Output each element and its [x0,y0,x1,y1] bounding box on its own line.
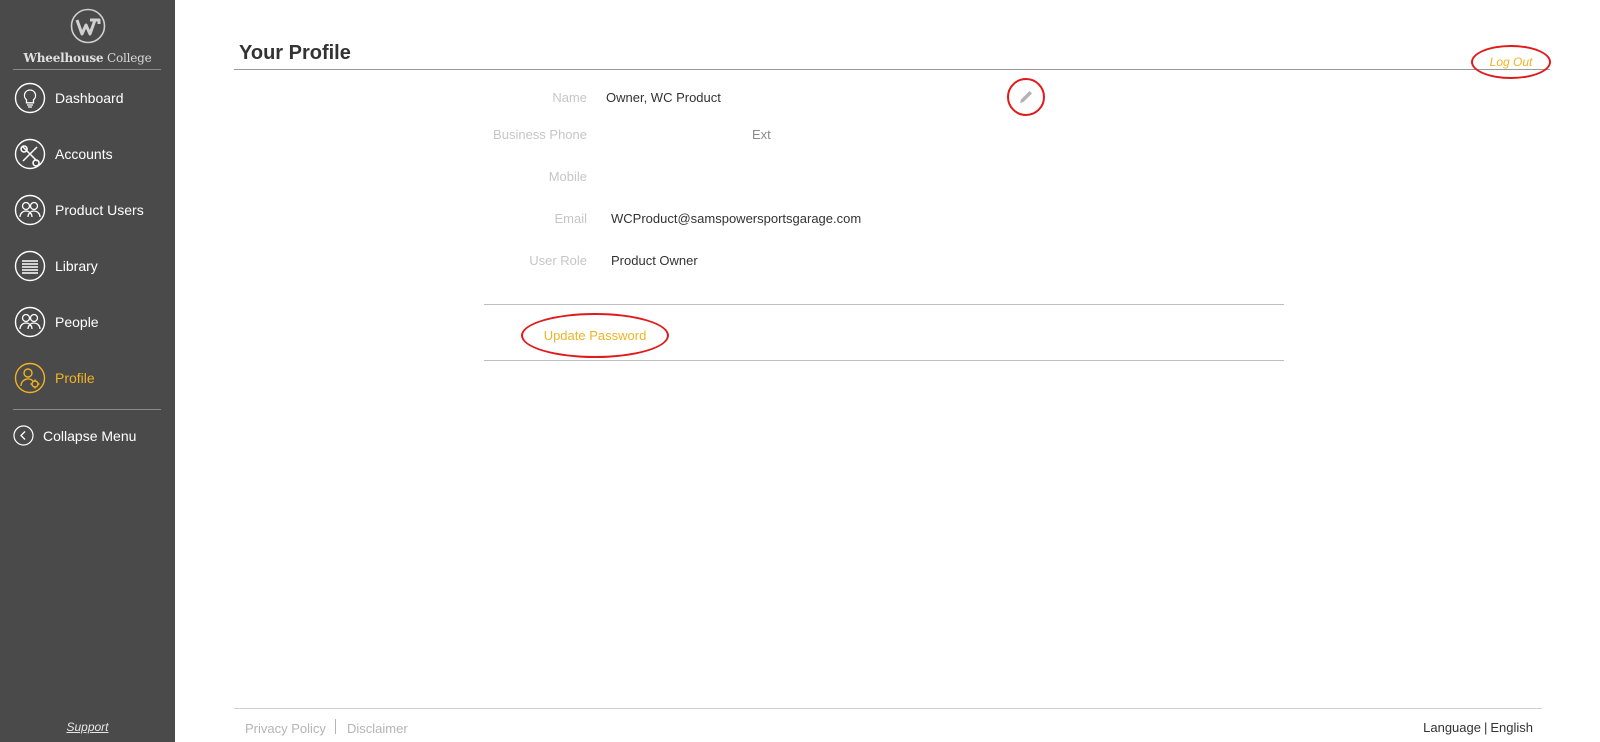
collapse-menu-label: Collapse Menu [43,427,137,444]
sidebar-item-label: Profile [55,370,95,386]
page-title: Your Profile [239,42,351,64]
privacy-policy-link[interactable]: Privacy Policy [245,721,326,736]
section-divider [484,304,1284,305]
name-label: Name [552,90,587,105]
ext-label: Ext [752,127,771,142]
library-icon [14,250,46,282]
section-divider [484,360,1284,361]
sidebar-item-people[interactable]: People [14,304,164,340]
sidebar: Wheelhouse College Dashboard Accounts Pr… [0,0,175,742]
tools-icon [14,138,46,170]
sidebar-item-profile[interactable]: Profile [14,360,164,396]
update-password-link[interactable]: Update Password [521,313,669,358]
people-icon [14,306,46,338]
language-value: English [1490,720,1533,735]
email-label: Email [554,211,587,226]
business-phone-label: Business Phone [493,127,587,142]
email-value: WCProduct@samspowersportsgarage.com [611,211,862,226]
profile-gear-icon [14,362,46,394]
sidebar-item-library[interactable]: Library [14,248,164,284]
log-out-link[interactable]: Log Out [1471,45,1551,79]
lightbulb-icon [14,82,46,114]
user-role-value: Product Owner [611,253,698,268]
wheelhouse-logo-icon [70,8,105,44]
user-role-label: User Role [529,253,587,268]
sidebar-item-label: Product Users [55,202,144,218]
footer-divider [234,708,1542,709]
sidebar-item-product-users[interactable]: Product Users [14,192,164,228]
sidebar-divider [13,409,161,410]
brand-name: Wheelhouse College [23,51,152,65]
users-icon [14,194,46,226]
sidebar-item-dashboard[interactable]: Dashboard [14,80,164,116]
sidebar-item-accounts[interactable]: Accounts [14,136,164,172]
brand-logo[interactable]: Wheelhouse College [0,8,175,65]
sidebar-item-label: Library [55,258,98,274]
sidebar-item-label: Accounts [55,146,113,162]
sidebar-item-label: Dashboard [55,90,124,106]
mobile-label: Mobile [548,169,587,184]
sidebar-divider [13,69,161,70]
footer-link-divider [335,719,336,734]
language-separator: | [1483,720,1488,735]
sidebar-item-label: People [55,314,99,330]
disclaimer-link[interactable]: Disclaimer [347,721,408,736]
chevron-left-icon [13,425,34,446]
support-link[interactable]: Support [0,720,175,734]
edit-profile-button[interactable] [1007,78,1045,116]
app-root: Wheelhouse College Dashboard Accounts Pr… [0,0,1600,742]
language-label: Language [1423,720,1481,735]
title-divider [234,69,1550,70]
collapse-menu-button[interactable]: Collapse Menu [13,425,136,446]
pencil-icon [1020,91,1032,103]
language-selector[interactable]: Language | English [1423,720,1533,735]
name-value: Owner, WC Product [606,90,721,105]
